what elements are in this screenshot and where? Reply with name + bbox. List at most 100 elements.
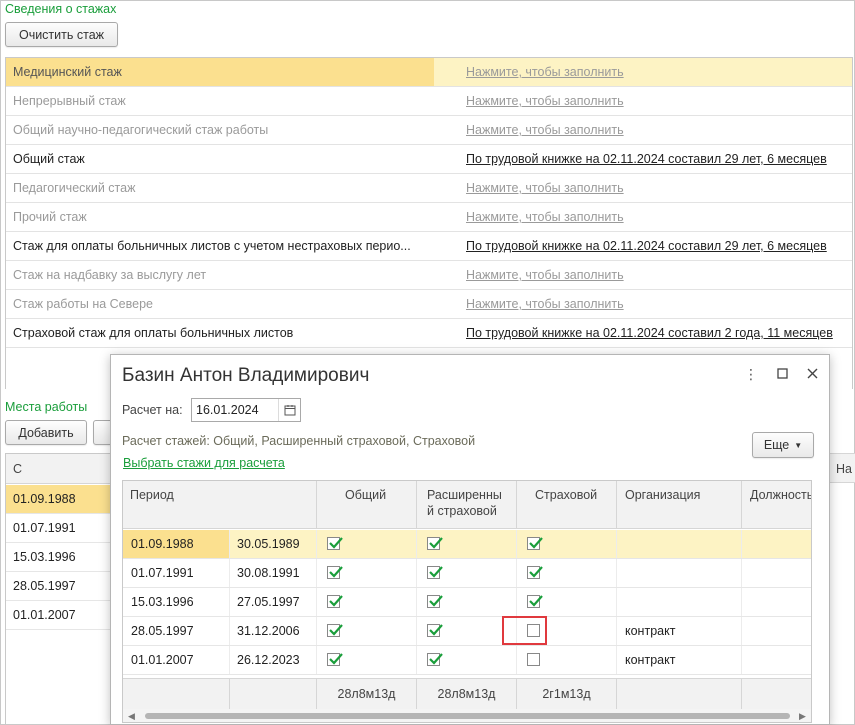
total-empty	[230, 679, 317, 710]
chevron-down-icon: ▼	[794, 440, 803, 450]
period-from: 15.03.1996	[123, 588, 230, 616]
raschet-info-text: Расчет стажей: Общий, Расширенный страхо…	[122, 434, 476, 448]
stazh-name: Страховой стаж для оплаты больничных лис…	[13, 326, 294, 340]
strah-checkbox[interactable]	[527, 537, 543, 550]
period-to: 31.12.2006	[230, 617, 317, 645]
rassh-checkbox[interactable]	[427, 595, 443, 608]
close-icon[interactable]	[803, 366, 821, 382]
strah-checkbox[interactable]	[527, 566, 543, 579]
column-header-org[interactable]: Организация	[617, 481, 742, 529]
org-cell	[617, 588, 742, 616]
stazh-row[interactable]: Общий стаж По трудовой книжке на 02.11.2…	[6, 145, 852, 174]
obshiy-checkbox[interactable]	[327, 624, 343, 637]
raschet-label: Расчет на:	[122, 403, 183, 417]
stazh-row[interactable]: Прочий стаж Нажмите, чтобы заполнить	[6, 203, 852, 232]
total-obshiy: 28л8м13д	[317, 679, 417, 710]
obshiy-checkbox[interactable]	[327, 537, 343, 550]
stazh-row[interactable]: Непрерывный стаж Нажмите, чтобы заполнит…	[6, 87, 852, 116]
stazh-value-link[interactable]: По трудовой книжке на 02.11.2024 состави…	[466, 232, 827, 260]
column-header-strahovoy[interactable]: Страховой	[517, 481, 617, 529]
mesta-table: С 01.09.1988 01.07.1991 15.03.1996 28.05…	[5, 453, 110, 725]
scroll-left-icon[interactable]: ◀	[128, 711, 135, 722]
calendar-icon[interactable]	[278, 399, 300, 421]
table-row[interactable]: 28.05.1997 31.12.2006 контракт	[123, 617, 811, 646]
mesta-row[interactable]: 28.05.1997	[6, 572, 110, 601]
header-label: Должность	[750, 488, 812, 502]
totals-row: 28л8м13д 28л8м13д 2г1м13д	[123, 678, 811, 710]
stazh-name: Непрерывный стаж	[13, 94, 126, 108]
maximize-icon[interactable]	[773, 366, 791, 382]
rassh-checkbox[interactable]	[427, 653, 443, 666]
stazh-value-link[interactable]: По трудовой книжке на 02.11.2024 состави…	[466, 319, 833, 347]
stazh-value-link[interactable]: Нажмите, чтобы заполнить	[466, 290, 624, 318]
stazh-row[interactable]: Стаж работы на Севере Нажмите, чтобы зап…	[6, 290, 852, 319]
stazh-row[interactable]: Педагогический стаж Нажмите, чтобы запол…	[6, 174, 852, 203]
highlight-box	[502, 616, 547, 645]
stazh-name: Стаж работы на Севере	[13, 297, 153, 311]
obshiy-checkbox[interactable]	[327, 595, 343, 608]
total-empty	[123, 679, 230, 710]
rassh-checkbox[interactable]	[427, 537, 443, 550]
total-empty	[617, 679, 742, 710]
stazh-value-link[interactable]: Нажмите, чтобы заполнить	[466, 87, 624, 115]
period-from: 01.09.1988	[123, 530, 230, 558]
mesta-row[interactable]: 01.07.1991	[6, 514, 110, 543]
mesta-row[interactable]: 01.01.2007	[6, 601, 110, 630]
stazh-row[interactable]: Медицинский стаж Нажмите, чтобы заполнит…	[6, 58, 852, 87]
stazh-table: Медицинский стаж Нажмите, чтобы заполнит…	[5, 57, 853, 389]
stazh-value-link[interactable]: Нажмите, чтобы заполнить	[466, 203, 624, 231]
stazh-value-link[interactable]: Нажмите, чтобы заполнить	[466, 116, 624, 144]
stazh-value-link[interactable]: По трудовой книжке на 02.11.2024 состави…	[466, 145, 827, 173]
add-button[interactable]: Добавить	[5, 420, 87, 445]
more-button-label: Еще	[763, 438, 790, 452]
horizontal-scrollbar[interactable]: ◀ ▶	[123, 709, 811, 722]
total-rassh: 28л8м13д	[417, 679, 517, 710]
table-row[interactable]: 01.01.2007 26.12.2023 контракт	[123, 646, 811, 675]
stazh-name: Стаж для оплаты больничных листов с учет…	[13, 239, 411, 253]
obshiy-checkbox[interactable]	[327, 566, 343, 579]
mesta-row[interactable]: 01.09.1988	[6, 485, 110, 514]
rassh-checkbox[interactable]	[427, 624, 443, 637]
stazh-value-link[interactable]: Нажмите, чтобы заполнить	[466, 261, 624, 289]
strah-checkbox[interactable]	[527, 653, 540, 666]
column-header-from[interactable]: С	[6, 454, 110, 484]
obshiy-checkbox[interactable]	[327, 653, 343, 666]
stazh-name: Медицинский стаж	[6, 58, 434, 86]
period-from: 01.01.2007	[123, 646, 230, 674]
rassh-checkbox[interactable]	[427, 566, 443, 579]
header-label: Расширенны	[427, 488, 502, 502]
column-header-right[interactable]: На	[829, 453, 855, 483]
stazh-row[interactable]: Страховой стаж для оплаты больничных лис…	[6, 319, 852, 348]
mesta-row[interactable]: 15.03.1996	[6, 543, 110, 572]
stazh-value-link[interactable]: Нажмите, чтобы заполнить	[466, 58, 624, 86]
scroll-right-icon[interactable]: ▶	[799, 711, 806, 722]
header-label: Период	[130, 488, 174, 502]
column-header-dolzh[interactable]: Должность	[742, 481, 812, 529]
org-cell	[617, 559, 742, 587]
period-from: 01.07.1991	[123, 559, 230, 587]
stazh-row[interactable]: Стаж на надбавку за выслугу лет Нажмите,…	[6, 261, 852, 290]
stazh-value-link[interactable]: Нажмите, чтобы заполнить	[466, 174, 624, 202]
column-header-period[interactable]: Период	[123, 481, 317, 529]
periods-grid: Период Общий Расширенны й страховой Стра…	[122, 480, 812, 723]
more-actions-icon[interactable]: ⋮	[742, 366, 760, 383]
column-header-rasshiren[interactable]: Расширенны й страховой	[417, 481, 517, 529]
table-row[interactable]: 01.07.1991 30.08.1991	[123, 559, 811, 588]
scrollbar-thumb[interactable]	[145, 713, 790, 719]
employee-stazh-dialog: Базин Антон Владимирович ⋮ Расчет на: 16…	[110, 354, 830, 725]
clear-stazh-button[interactable]: Очистить стаж	[5, 22, 118, 47]
stazh-name: Общий научно-педагогический стаж работы	[13, 123, 269, 137]
stazh-name: Педагогический стаж	[13, 181, 136, 195]
strah-checkbox[interactable]	[527, 595, 543, 608]
table-row[interactable]: 01.09.1988 30.05.1989	[123, 530, 811, 559]
period-to: 27.05.1997	[230, 588, 317, 616]
stazh-row[interactable]: Стаж для оплаты больничных листов с учет…	[6, 232, 852, 261]
choose-stazh-link[interactable]: Выбрать стажи для расчета	[123, 456, 285, 470]
period-to: 30.05.1989	[230, 530, 317, 558]
table-row[interactable]: 15.03.1996 27.05.1997	[123, 588, 811, 617]
column-header-obshiy[interactable]: Общий	[317, 481, 417, 529]
stazh-name: Стаж на надбавку за выслугу лет	[13, 268, 207, 282]
more-button[interactable]: Еще ▼	[752, 432, 814, 458]
raschet-date-field[interactable]: 16.01.2024	[191, 398, 301, 422]
stazh-row[interactable]: Общий научно-педагогический стаж работы …	[6, 116, 852, 145]
